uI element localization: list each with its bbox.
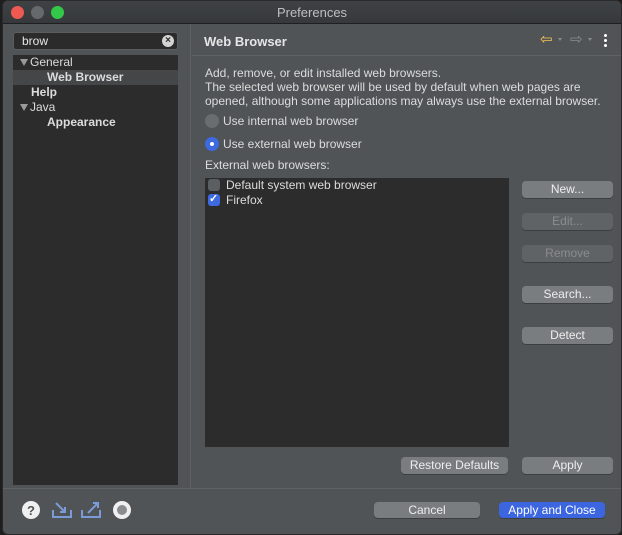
expanded-triangle-icon[interactable] xyxy=(20,104,28,111)
filter-input[interactable] xyxy=(22,34,152,48)
sidebar: × General Web Browser Help Java Appearan… xyxy=(3,24,191,489)
back-dropdown-icon[interactable] xyxy=(558,38,562,41)
tree-item-appearance[interactable]: Appearance xyxy=(13,115,178,130)
tree-item-general[interactable]: General xyxy=(13,55,178,70)
tree-item-web-browser[interactable]: Web Browser xyxy=(13,70,178,85)
page-header: Web Browser ⇦ ⇨ xyxy=(192,24,621,56)
external-browsers-label: External web browsers: xyxy=(205,158,330,172)
restore-defaults-button[interactable]: Restore Defaults xyxy=(401,457,508,474)
remove-button[interactable]: Remove xyxy=(522,245,613,262)
preference-page: Web Browser ⇦ ⇨ Add, remove, or edit ins… xyxy=(192,24,621,489)
preferences-window: Preferences × General Web Browser Help J… xyxy=(2,0,622,535)
apply-button[interactable]: Apply xyxy=(522,457,613,474)
radio-external-browser[interactable]: Use external web browser xyxy=(205,136,362,152)
record-icon[interactable] xyxy=(112,500,132,520)
footer-divider xyxy=(3,488,621,489)
radio-button-selected[interactable] xyxy=(205,137,219,151)
checkbox-checked[interactable] xyxy=(208,192,220,207)
page-description: Add, remove, or edit installed web brows… xyxy=(205,66,601,108)
new-button[interactable]: New... xyxy=(522,181,613,198)
browser-item-default-system[interactable]: Default system web browser xyxy=(205,178,509,193)
preference-tree: General Web Browser Help Java Appearance xyxy=(13,55,178,485)
page-title: Web Browser xyxy=(204,34,287,49)
more-options-icon[interactable] xyxy=(604,34,608,49)
radio-internal-browser[interactable]: Use internal web browser xyxy=(205,113,358,129)
forward-arrow-icon[interactable]: ⇨ xyxy=(570,32,583,47)
tree-item-help[interactable]: Help xyxy=(13,85,178,100)
tree-item-java[interactable]: Java xyxy=(13,100,178,115)
svg-text:?: ? xyxy=(27,503,35,518)
title-bar: Preferences xyxy=(3,1,621,24)
edit-button[interactable]: Edit... xyxy=(522,213,613,230)
export-icon[interactable] xyxy=(80,500,102,520)
filter-search-box: × xyxy=(13,32,178,50)
back-arrow-icon[interactable]: ⇦ xyxy=(540,32,553,47)
import-icon[interactable] xyxy=(51,500,73,520)
browser-item-firefox[interactable]: Firefox xyxy=(205,192,509,208)
help-icon[interactable]: ? xyxy=(21,500,41,520)
apply-and-close-button[interactable]: Apply and Close xyxy=(499,502,605,518)
expanded-triangle-icon[interactable] xyxy=(20,59,28,66)
window-title: Preferences xyxy=(276,5,348,20)
cancel-button[interactable]: Cancel xyxy=(374,502,480,518)
browser-list: Default system web browser Firefox xyxy=(205,178,509,447)
detect-button[interactable]: Detect xyxy=(522,327,613,344)
search-button[interactable]: Search... xyxy=(522,286,613,303)
clear-search-icon[interactable]: × xyxy=(162,35,174,47)
checkbox[interactable] xyxy=(208,179,220,191)
forward-dropdown-icon[interactable] xyxy=(588,38,592,41)
radio-button[interactable] xyxy=(205,114,219,128)
